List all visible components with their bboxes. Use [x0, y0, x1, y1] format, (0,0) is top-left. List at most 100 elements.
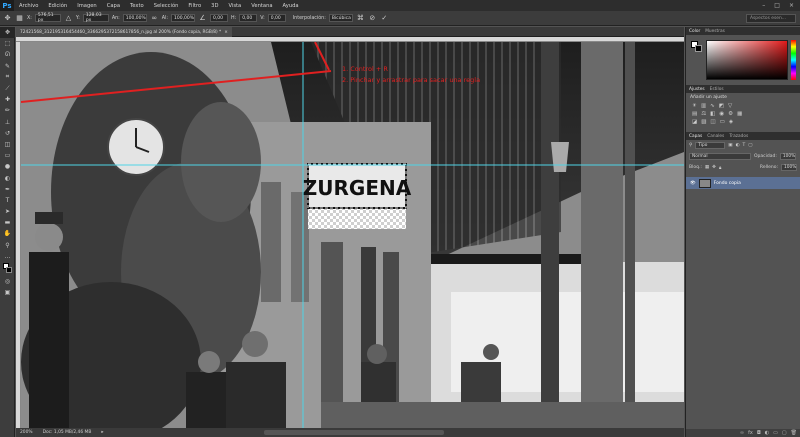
- posterize-icon[interactable]: ▧: [701, 119, 706, 125]
- menu-capa[interactable]: Capa: [102, 3, 125, 9]
- lock-all-icon[interactable]: 🔒︎: [719, 165, 721, 171]
- path-select-tool-icon[interactable]: ➤: [0, 206, 15, 217]
- crop-tool-icon[interactable]: ⌗: [0, 72, 15, 83]
- tab-layers[interactable]: Capas: [689, 134, 702, 139]
- minimize-button[interactable]: –: [762, 2, 765, 9]
- selective-color-icon[interactable]: ◈: [729, 119, 733, 125]
- delta-icon[interactable]: △: [64, 14, 73, 23]
- move-tool-icon[interactable]: ✥: [0, 27, 15, 39]
- visibility-eye-icon[interactable]: 👁︎: [690, 181, 696, 186]
- blend-mode-select[interactable]: Normal: [689, 153, 751, 160]
- warp-icon[interactable]: ⌘: [356, 14, 365, 23]
- filter-adjust-icon[interactable]: ◐: [736, 143, 740, 148]
- marquee-tool-icon[interactable]: ⬚: [0, 38, 15, 49]
- stamp-tool-icon[interactable]: ⊥: [0, 117, 15, 128]
- photo-filter-icon[interactable]: ◉: [719, 111, 724, 117]
- play-icon[interactable]: ▸: [101, 430, 103, 435]
- quick-mask-icon[interactable]: ◎: [0, 276, 15, 287]
- brush-tool-icon[interactable]: ✏: [0, 105, 15, 116]
- more-tools-icon[interactable]: …: [0, 251, 15, 262]
- menu-seleccion[interactable]: Selección: [149, 3, 184, 9]
- healing-tool-icon[interactable]: ✚: [0, 94, 15, 105]
- layer-filter-select[interactable]: Tipo: [695, 142, 726, 149]
- document-tab[interactable]: 72421568_312195316454460_336629537215861…: [16, 27, 232, 37]
- cancel-transform-icon[interactable]: ⊘: [368, 14, 377, 23]
- color-field[interactable]: [706, 40, 788, 80]
- gradient-tool-icon[interactable]: ▭: [0, 150, 15, 161]
- menu-texto[interactable]: Texto: [125, 3, 149, 9]
- levels-icon[interactable]: ▥: [701, 103, 706, 109]
- quick-select-tool-icon[interactable]: ✎: [0, 61, 15, 72]
- eyedropper-tool-icon[interactable]: ⟋: [0, 83, 15, 94]
- brightness-icon[interactable]: ☀: [692, 103, 697, 109]
- move-tool-icon[interactable]: ✥: [3, 14, 12, 23]
- menu-edicion[interactable]: Edición: [43, 3, 72, 9]
- menu-filtro[interactable]: Filtro: [183, 3, 206, 9]
- blur-tool-icon[interactable]: ●: [0, 161, 15, 172]
- document-info[interactable]: Doc: 1,05 MB/2,46 MB: [43, 430, 92, 435]
- lock-pixels-icon[interactable]: ▦: [705, 165, 709, 170]
- width-field[interactable]: 100,00%: [122, 14, 147, 22]
- vskew-field[interactable]: 0,00: [267, 14, 286, 22]
- tab-adjustments[interactable]: Ajustes: [689, 87, 705, 92]
- new-adjustment-icon[interactable]: ◐: [765, 430, 769, 436]
- lasso-tool-icon[interactable]: ᘏ: [0, 49, 15, 60]
- panel-background-swatch[interactable]: [695, 45, 702, 52]
- dodge-tool-icon[interactable]: ◐: [0, 172, 15, 183]
- new-layer-icon[interactable]: ▢: [782, 430, 787, 436]
- text-tool-icon[interactable]: T: [0, 195, 15, 206]
- pen-tool-icon[interactable]: ✒: [0, 184, 15, 195]
- maximize-button[interactable]: □: [774, 2, 780, 9]
- menu-imagen[interactable]: Imagen: [72, 3, 102, 9]
- tab-swatches[interactable]: Muestras: [705, 29, 725, 34]
- delete-layer-icon[interactable]: 🗑︎: [791, 430, 797, 436]
- menu-ayuda[interactable]: Ayuda: [278, 3, 304, 9]
- interpolation-select[interactable]: Bicúbica: [328, 14, 353, 22]
- layer-row[interactable]: 👁︎ Fondo copia: [686, 177, 800, 189]
- close-document-icon[interactable]: ×: [224, 30, 228, 35]
- menu-3d[interactable]: 3D: [206, 3, 223, 9]
- tab-color[interactable]: Color: [689, 29, 700, 34]
- height-field[interactable]: 100,00%: [171, 14, 196, 22]
- opacity-field[interactable]: 100%: [779, 153, 796, 160]
- y-field[interactable]: 128,03 px: [82, 13, 109, 23]
- gradient-map-icon[interactable]: ▭: [720, 119, 725, 125]
- commit-transform-icon[interactable]: ✓: [380, 14, 389, 23]
- color-balance-icon[interactable]: ⚖: [701, 111, 706, 117]
- document-canvas[interactable]: ZURGENA 1. Control + R 2. Pinchar y arra…: [21, 42, 684, 428]
- channel-mixer-icon[interactable]: ⚙: [728, 111, 733, 117]
- link-layers-icon[interactable]: ∞: [740, 430, 744, 436]
- workspace-search[interactable]: Aspectos esen...: [746, 13, 796, 23]
- hand-tool-icon[interactable]: ✋: [0, 228, 15, 239]
- filter-type-icon[interactable]: T: [743, 143, 746, 148]
- horizontal-scrollbar[interactable]: [263, 430, 444, 435]
- exposure-icon[interactable]: ◩: [719, 103, 724, 109]
- filter-pixel-icon[interactable]: ▣: [728, 143, 732, 148]
- angle-field[interactable]: 0,00: [210, 14, 229, 22]
- hskew-field[interactable]: 0,00: [239, 14, 258, 22]
- tab-paths[interactable]: Trazados: [729, 134, 748, 139]
- curves-icon[interactable]: ∿: [710, 103, 715, 109]
- close-button[interactable]: ×: [789, 2, 794, 9]
- zoom-tool-icon[interactable]: ⚲: [0, 240, 15, 251]
- menu-vista[interactable]: Vista: [223, 3, 246, 9]
- layer-name[interactable]: Fondo copia: [714, 181, 741, 186]
- add-mask-icon[interactable]: ◘: [757, 430, 761, 436]
- color-lookup-icon[interactable]: ▦: [737, 111, 742, 117]
- x-field[interactable]: 576,51 px: [34, 13, 61, 23]
- history-brush-icon[interactable]: ↺: [0, 128, 15, 139]
- tab-channels[interactable]: Canales: [707, 134, 724, 139]
- screen-mode-icon[interactable]: ▣: [0, 287, 15, 298]
- color-swatches[interactable]: [0, 262, 14, 276]
- black-white-icon[interactable]: ◧: [710, 111, 715, 117]
- invert-icon[interactable]: ◪: [692, 119, 697, 125]
- menu-ventana[interactable]: Ventana: [246, 3, 277, 9]
- shape-tool-icon[interactable]: ▬: [0, 217, 15, 228]
- filter-shape-icon[interactable]: ▢: [748, 143, 752, 148]
- fill-field[interactable]: 100%: [781, 164, 797, 171]
- hue-slider[interactable]: [791, 40, 796, 80]
- menu-archivo[interactable]: Archivo: [14, 3, 43, 9]
- vibrance-icon[interactable]: ▽: [728, 103, 732, 109]
- layer-style-icon[interactable]: fx: [748, 430, 753, 436]
- zoom-level[interactable]: 200%: [20, 430, 33, 435]
